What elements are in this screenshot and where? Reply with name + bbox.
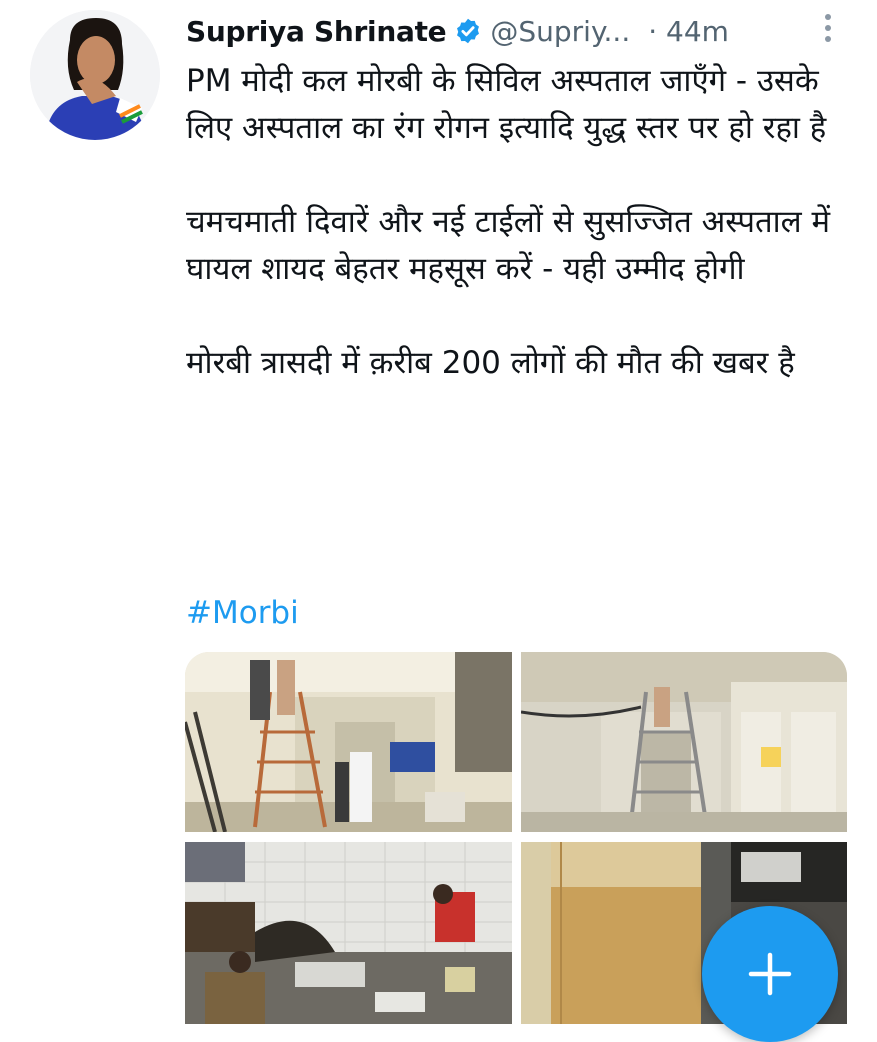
compose-tweet-button[interactable] — [702, 906, 838, 1042]
timestamp-separator: · — [648, 14, 658, 48]
media-photo[interactable] — [185, 842, 512, 1024]
avatar-image — [30, 10, 160, 140]
author-avatar[interactable] — [30, 10, 160, 140]
photo-ceiling-painting — [521, 652, 847, 832]
tweet-header: Supriya Shrinate @Supriy... · 44m — [186, 8, 846, 54]
media-photo[interactable] — [185, 652, 512, 832]
hashtag-link[interactable]: #Morbi — [186, 590, 299, 637]
tweet-paragraph: मोरबी त्रासदी में क़रीब 200 लोगों की मौत… — [186, 345, 795, 381]
tweet-text: PM मोदी कल मोरबी के सिविल अस्पताल जाएँगे… — [186, 58, 851, 387]
paragraph-spacer — [186, 152, 851, 199]
photo-hospital-corridor-painting — [185, 652, 512, 832]
paragraph-spacer — [186, 293, 851, 340]
plus-icon — [748, 952, 792, 996]
photo-tile-work — [185, 842, 512, 1024]
tweet-paragraph: PM मोदी कल मोरबी के सिविल अस्पताल जाएँगे… — [186, 63, 827, 146]
tweet-paragraph: चमचमाती दिवारें और नई टाईलों से सुसज्जित… — [186, 204, 831, 287]
more-vertical-icon[interactable] — [818, 12, 838, 46]
tweet-timestamp[interactable]: · 44m — [648, 15, 729, 48]
media-photo[interactable] — [521, 652, 847, 832]
verified-badge-icon — [457, 18, 480, 44]
timestamp-value: 44m — [666, 14, 729, 48]
author-handle[interactable]: @Supriy... — [490, 15, 630, 48]
author-name[interactable]: Supriya Shrinate — [186, 15, 447, 48]
